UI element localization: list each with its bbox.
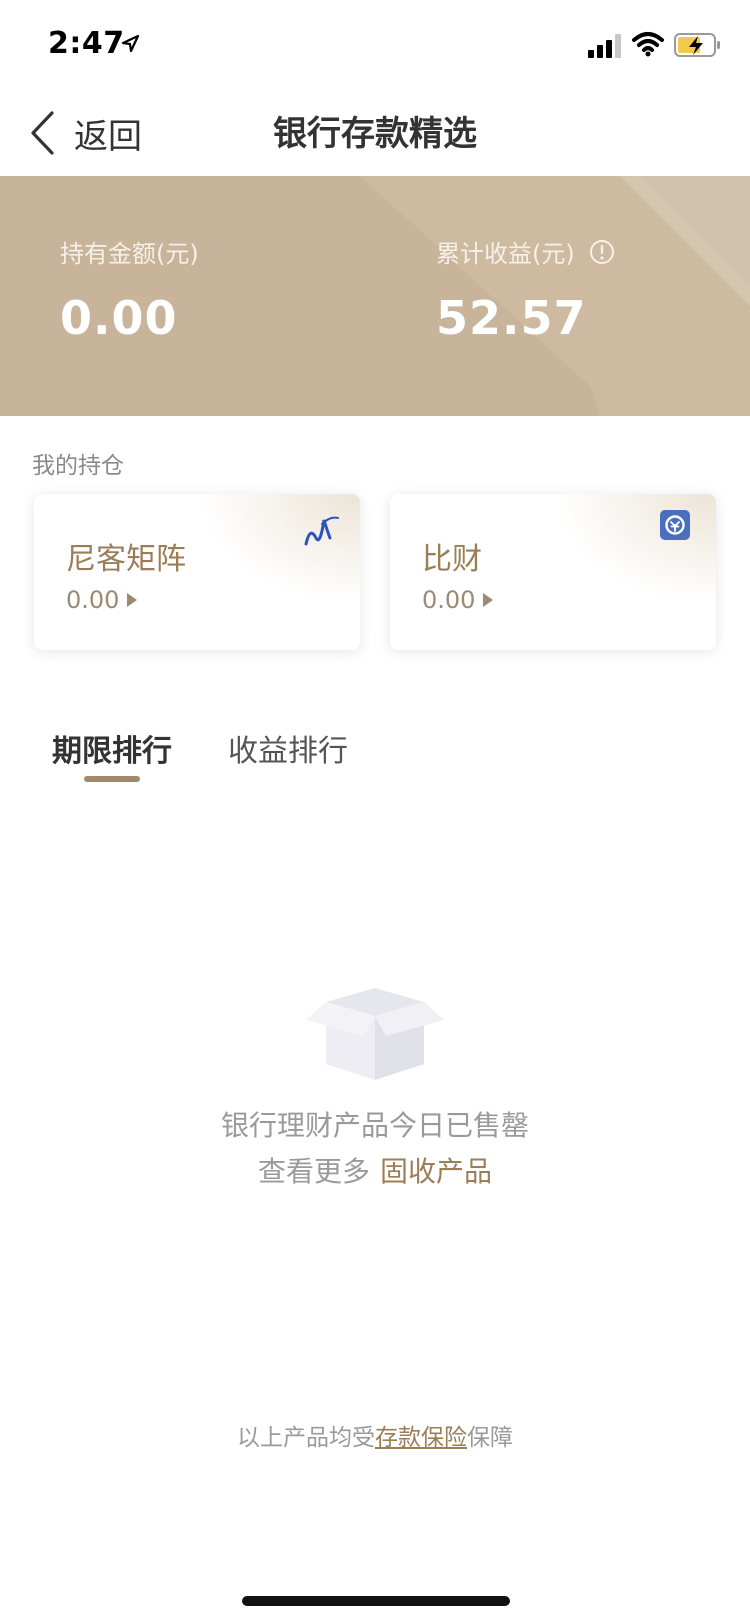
location-arrow-icon bbox=[121, 34, 140, 53]
active-tab-indicator bbox=[84, 776, 140, 782]
fixed-income-link[interactable]: 固收产品 bbox=[380, 1155, 492, 1188]
info-icon[interactable] bbox=[589, 239, 615, 265]
total-earnings-value: 52.57 bbox=[436, 291, 587, 345]
status-time: 2:47 bbox=[48, 26, 125, 61]
triangle-right-icon bbox=[127, 593, 138, 607]
nike-matrix-logo-icon bbox=[304, 516, 339, 546]
holding-amount-stat: 持有金额(元) 0.00 bbox=[60, 234, 199, 345]
home-indicator bbox=[242, 1596, 510, 1606]
holding-card-amount: 0.00 bbox=[66, 586, 120, 614]
empty-more-prefix: 查看更多 bbox=[257, 1155, 370, 1188]
my-holdings-title: 我的持仓 bbox=[32, 453, 124, 479]
deposit-insurance-link[interactable]: 存款保险 bbox=[375, 1425, 467, 1451]
holding-card-amount-row: 0.00 bbox=[422, 586, 494, 614]
card-glow bbox=[556, 494, 716, 604]
holding-card-name: 尼客矩阵 bbox=[66, 542, 186, 577]
wifi-icon bbox=[632, 32, 664, 57]
total-earnings-label: 累计收益(元) bbox=[436, 240, 575, 268]
holding-card-amount-row: 0.00 bbox=[66, 586, 138, 614]
tab-term-ranking[interactable]: 期限排行 bbox=[52, 726, 172, 770]
holding-card-nike-matrix[interactable]: 尼客矩阵 0.00 bbox=[34, 494, 360, 650]
holding-amount-value: 0.00 bbox=[60, 291, 178, 345]
holding-amount-label: 持有金额(元) bbox=[60, 240, 199, 268]
empty-box-icon bbox=[306, 988, 444, 1080]
holding-card-amount: 0.00 bbox=[422, 586, 476, 614]
navigation-bar: 返回 银行存款精选 bbox=[0, 88, 750, 176]
page-title: 银行存款精选 bbox=[273, 114, 477, 154]
deposit-insurance-note: 以上产品均受存款保险保障 bbox=[0, 1418, 750, 1452]
total-earnings-stat: 累计收益(元) 52.57 bbox=[436, 234, 615, 345]
tab-yield-ranking[interactable]: 收益排行 bbox=[228, 726, 348, 770]
holding-card-name: 比财 bbox=[422, 542, 482, 577]
triangle-right-icon bbox=[483, 593, 494, 607]
summary-banner: 持有金额(元) 0.00 累计收益(元) 52.57 bbox=[0, 176, 750, 416]
empty-message: 银行理财产品今日已售罄 bbox=[220, 1109, 529, 1142]
total-earnings-label-row: 累计收益(元) bbox=[436, 234, 615, 269]
empty-more-row: 查看更多 固收产品 bbox=[0, 1150, 750, 1190]
battery-charging-icon bbox=[674, 33, 720, 57]
footer-suffix: 保障 bbox=[467, 1425, 513, 1451]
bicai-logo-icon bbox=[660, 510, 690, 540]
status-bar: 2:47 bbox=[0, 0, 750, 88]
holding-card-bicai[interactable]: 比财 0.00 bbox=[390, 494, 716, 650]
signal-icon bbox=[588, 34, 621, 58]
footer-prefix: 以上产品均受 bbox=[237, 1425, 375, 1451]
